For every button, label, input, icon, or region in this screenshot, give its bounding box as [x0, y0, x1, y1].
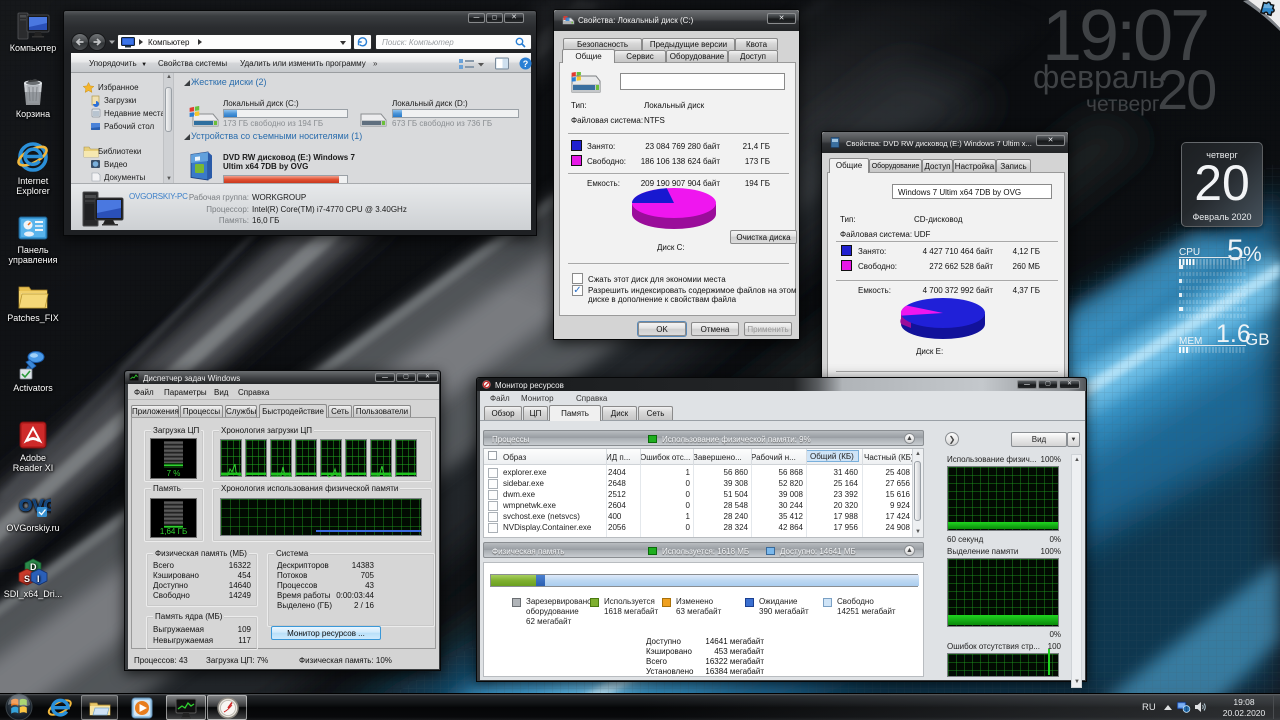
- svg-text:I: I: [37, 574, 40, 584]
- svg-text:S: S: [24, 574, 30, 584]
- svg-text:?: ?: [523, 59, 529, 69]
